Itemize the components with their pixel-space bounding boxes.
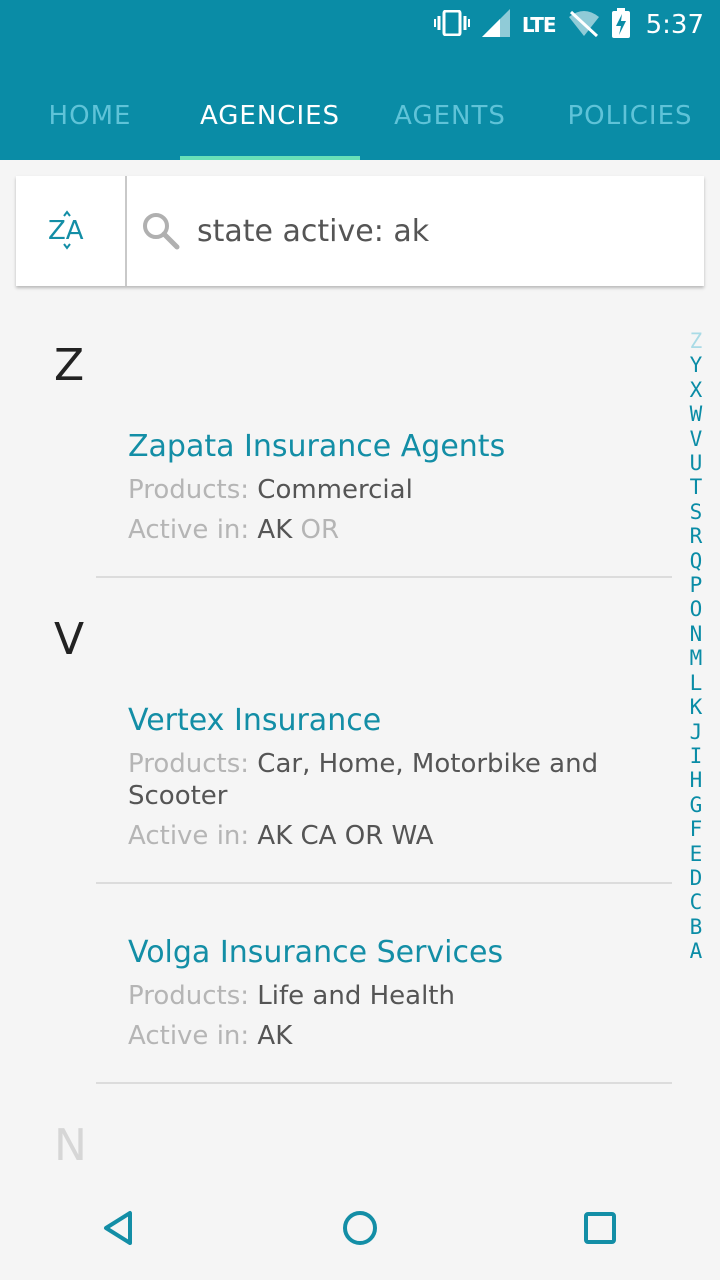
divider bbox=[96, 576, 672, 578]
active-row: Active in: AK bbox=[128, 1020, 668, 1052]
active-states: AK bbox=[257, 515, 293, 545]
status-bar: LTE 5:37 bbox=[433, 6, 704, 44]
index-letter-l[interactable]: L bbox=[690, 671, 703, 695]
active-states: AK CA OR WA bbox=[257, 821, 434, 851]
products-row: Products: Car, Home, Motorbike and Scoot… bbox=[128, 748, 668, 812]
home-circle-icon bbox=[340, 1208, 380, 1252]
index-letter-a[interactable]: A bbox=[690, 939, 703, 963]
active-in-label: Active in: bbox=[128, 515, 258, 545]
index-letter-s[interactable]: S bbox=[690, 500, 703, 524]
index-letter-j[interactable]: J bbox=[690, 720, 703, 744]
index-letter-f[interactable]: F bbox=[690, 817, 703, 841]
active-in-label: Active in: bbox=[128, 821, 258, 851]
home-button[interactable] bbox=[310, 1180, 410, 1280]
products-label: Products: bbox=[128, 749, 258, 779]
navigation-bar bbox=[0, 1180, 720, 1280]
index-letter-u[interactable]: U bbox=[690, 451, 703, 475]
app-bar: LTE 5:37 HOME AGENCIES AGENTS POLICIES bbox=[0, 0, 720, 160]
recents-button[interactable] bbox=[550, 1180, 650, 1280]
divider bbox=[96, 882, 672, 884]
index-letter-h[interactable]: H bbox=[690, 768, 703, 792]
index-letter-d[interactable]: D bbox=[690, 866, 703, 890]
search-input[interactable]: state active: ak bbox=[197, 214, 429, 249]
alphabet-index[interactable]: ZYXWVUTSRQPONMLKJIHGFEDCBA bbox=[684, 329, 708, 964]
index-letter-m[interactable]: M bbox=[690, 646, 703, 670]
products-label: Products: bbox=[128, 475, 258, 505]
section-header-n: N bbox=[54, 1120, 87, 1171]
index-letter-x[interactable]: X bbox=[690, 378, 703, 402]
divider bbox=[96, 1082, 672, 1084]
cell-signal-icon bbox=[481, 9, 510, 41]
products-value: Life and Health bbox=[257, 981, 455, 1011]
active-in-label: Active in: bbox=[128, 1021, 258, 1051]
battery-charging-icon bbox=[611, 8, 630, 42]
clock-label: 5:37 bbox=[645, 10, 704, 40]
products-row: Products: Commercial bbox=[128, 474, 668, 506]
network-type-label: LTE bbox=[521, 13, 557, 37]
active-row: Active in: AK CA OR WA bbox=[128, 820, 668, 852]
index-letter-y[interactable]: Y bbox=[690, 353, 703, 377]
agency-name[interactable]: Vertex Insurance bbox=[128, 704, 668, 738]
index-letter-g[interactable]: G bbox=[690, 793, 703, 817]
wifi-off-icon bbox=[568, 9, 600, 41]
section-header-v: V bbox=[54, 614, 85, 665]
sort-za-icon: ZA bbox=[46, 207, 96, 255]
tab-agencies[interactable]: AGENCIES bbox=[180, 72, 360, 160]
index-letter-i[interactable]: I bbox=[690, 744, 703, 768]
search-icon bbox=[139, 209, 183, 253]
sort-za-text: ZA bbox=[48, 216, 84, 246]
list-item[interactable]: Volga Insurance Services Products: Life … bbox=[128, 936, 668, 1052]
index-letter-z[interactable]: Z bbox=[690, 329, 703, 353]
index-letter-t[interactable]: T bbox=[690, 475, 703, 499]
active-states-extra: OR bbox=[300, 515, 340, 545]
index-letter-v[interactable]: V bbox=[690, 427, 703, 451]
index-letter-e[interactable]: E bbox=[690, 842, 703, 866]
index-letter-r[interactable]: R bbox=[690, 524, 703, 548]
tab-bar: HOME AGENCIES AGENTS POLICIES bbox=[0, 72, 720, 160]
active-row: Active in: AK OR bbox=[128, 514, 668, 546]
back-triangle-icon bbox=[100, 1208, 140, 1252]
back-button[interactable] bbox=[70, 1180, 170, 1280]
agency-name[interactable]: Volga Insurance Services bbox=[128, 936, 668, 970]
sort-order-button[interactable]: ZA bbox=[16, 176, 127, 286]
list-item[interactable]: Vertex Insurance Products: Car, Home, Mo… bbox=[128, 704, 668, 852]
index-letter-c[interactable]: C bbox=[690, 890, 703, 914]
products-row: Products: Life and Health bbox=[128, 980, 668, 1012]
index-letter-k[interactable]: K bbox=[690, 695, 703, 719]
tab-agents[interactable]: AGENTS bbox=[360, 72, 540, 160]
products-value: Commercial bbox=[257, 475, 413, 505]
index-letter-w[interactable]: W bbox=[690, 402, 703, 426]
index-letter-n[interactable]: N bbox=[690, 622, 703, 646]
active-states: AK bbox=[257, 1021, 293, 1051]
index-letter-b[interactable]: B bbox=[690, 915, 703, 939]
vibrate-icon bbox=[433, 9, 470, 40]
search-field[interactable]: state active: ak bbox=[127, 176, 704, 286]
products-label: Products: bbox=[128, 981, 258, 1011]
list-item[interactable]: Zapata Insurance Agents Products: Commer… bbox=[128, 430, 668, 546]
index-letter-q[interactable]: Q bbox=[690, 549, 703, 573]
tab-home[interactable]: HOME bbox=[0, 72, 180, 160]
section-header-z: Z bbox=[54, 340, 85, 391]
recents-square-icon bbox=[580, 1208, 620, 1252]
tab-policies[interactable]: POLICIES bbox=[540, 72, 720, 160]
agency-name[interactable]: Zapata Insurance Agents bbox=[128, 430, 668, 464]
index-letter-o[interactable]: O bbox=[690, 597, 703, 621]
index-letter-p[interactable]: P bbox=[690, 573, 703, 597]
search-card: ZA state active: ak bbox=[16, 176, 704, 286]
